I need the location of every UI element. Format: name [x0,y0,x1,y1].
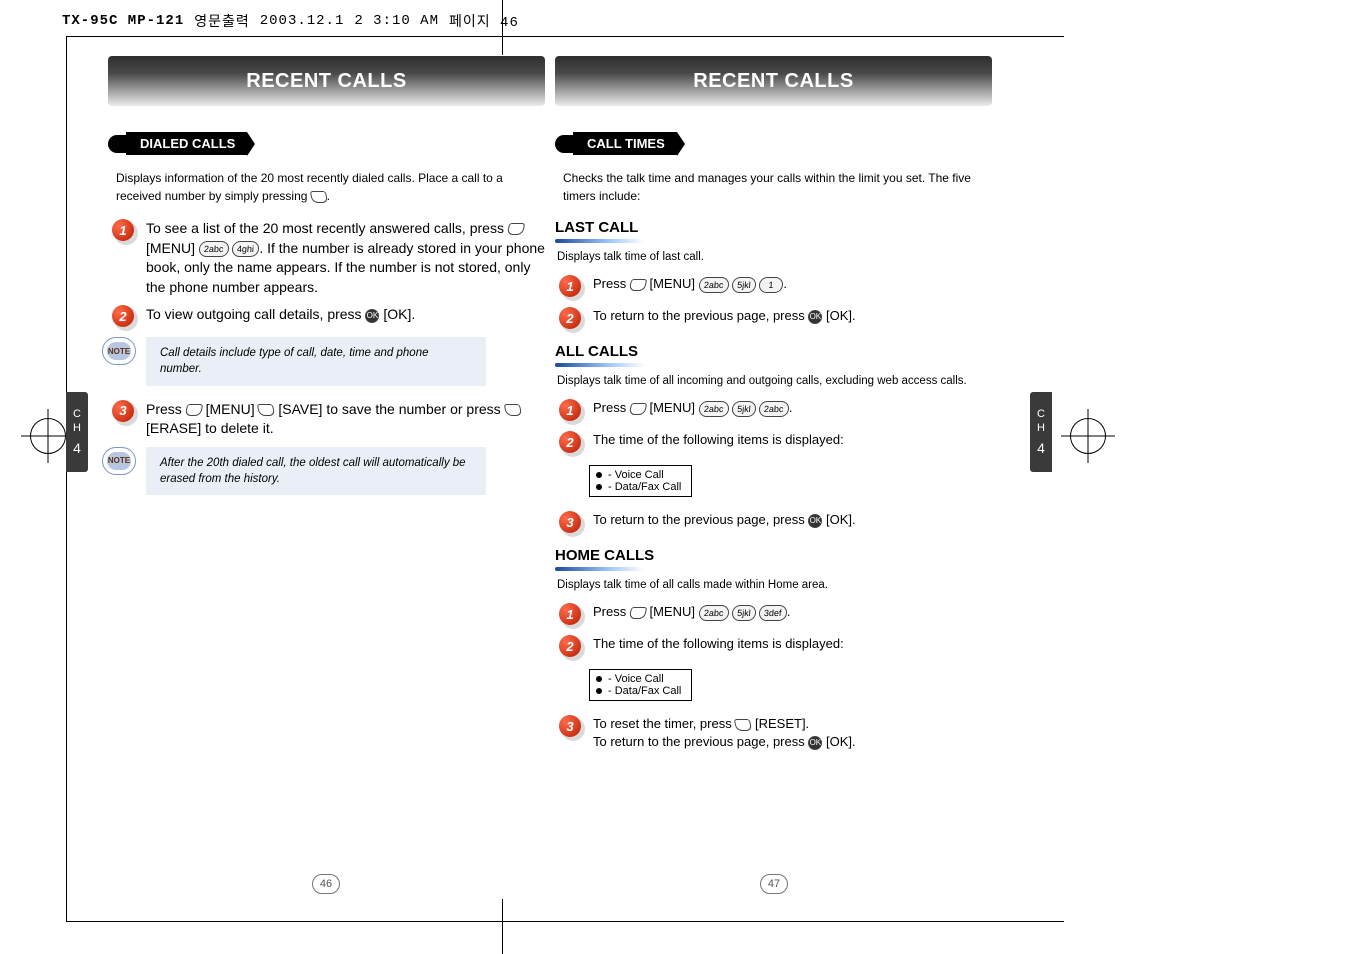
last-step-2: 2 To return to the previous page, press … [559,307,992,331]
reg-mark [502,899,503,954]
step-3: 3 Press [MENU] [SAVE] to save the number… [112,400,545,439]
crop-page: 페이지 46 [449,11,519,31]
page-title: RECENT CALLS [693,70,853,93]
section-intro: Displays information of the 20 most rece… [116,169,545,205]
key-3-icon: 3def [759,605,788,621]
ok-key-icon: OK [808,736,822,750]
note-icon: NOTE [102,447,136,475]
page-title: RECENT CALLS [246,70,406,93]
all-step-1: 1 Press [MENU] 2abc 5jkl 2abc. [559,399,992,423]
chapter-tab-right: CH4 [1030,392,1052,472]
crop-line [66,921,1064,922]
page-47: RECENT CALLS CALL TIMES Checks the talk … [555,56,992,760]
key-2-icon: 2abc [698,605,729,621]
page-number-right: 47 [760,874,788,894]
step-2: 2 To view outgoing call details, press O… [112,305,545,329]
subhead-underline [555,567,645,571]
note-1: NOTE Call details include type of call, … [102,337,545,385]
page-title-bar: RECENT CALLS [108,56,545,106]
key-2-icon: 2abc [759,401,790,417]
crop-time: 2 3:10 AM [354,13,439,29]
softkey-right-icon [257,404,276,416]
section-intro: Checks the talk time and manages your ca… [563,169,992,205]
note-icon: NOTE [102,337,136,365]
softkey-icon [507,223,526,235]
subhead-last-call: LAST CALL [555,219,992,236]
reg-target-icon [30,418,66,454]
subhead-underline [555,363,645,367]
softkey-icon [629,279,648,291]
note-2: NOTE After the 20th dialed call, the old… [102,447,545,495]
home-step-3: 3 To reset the timer, press [RESET]. To … [559,715,992,751]
key-5-icon: 5jkl [731,277,756,293]
key-5-icon: 5jkl [731,605,756,621]
crop-line [66,36,67,922]
key-2-icon: 2abc [198,241,229,257]
ok-key-icon: OK [808,514,822,528]
softkey-right-icon [734,719,753,731]
subhead-home-calls: HOME CALLS [555,547,992,564]
chapter-tab-left: CH4 [66,392,88,472]
subdesc: Displays talk time of last call. [557,249,992,265]
subhead-all-calls: ALL CALLS [555,343,992,360]
key-2-icon: 2abc [698,401,729,417]
all-step-3: 3 To return to the previous page, press … [559,511,992,535]
page-46: RECENT CALLS DIALED CALLS Displays infor… [108,56,545,509]
subhead-underline [555,239,645,243]
send-key-icon [309,191,328,203]
crop-file: TX-95C MP-121 [62,13,184,29]
all-step-2: 2 The time of the following items is dis… [559,431,992,455]
last-step-1: 1 Press [MENU] 2abc 5jkl 1. [559,275,992,299]
subdesc: Displays talk time of all calls made wit… [557,577,992,593]
crop-line [66,36,1064,37]
key-1-icon: 1 [759,277,784,293]
home-step-1: 1 Press [MENU] 2abc 5jkl 3def. [559,603,992,627]
softkey-icon [629,403,648,415]
reg-mark [502,0,503,55]
items-box: - Voice Call - Data/Fax Call [589,669,692,701]
softkey-right-icon [503,404,522,416]
page-number-left: 46 [312,874,340,894]
subdesc: Displays talk time of all incoming and o… [557,373,992,389]
softkey-icon [184,404,203,416]
crop-ko: 영문출력 [194,11,250,31]
section-heading-calltimes: CALL TIMES [555,132,677,155]
page-title-bar: RECENT CALLS [555,56,992,106]
section-heading-dialed: DIALED CALLS [108,132,247,155]
key-5-icon: 5jkl [731,401,756,417]
home-step-2: 2 The time of the following items is dis… [559,635,992,659]
ok-key-icon: OK [365,309,379,323]
ok-key-icon: OK [808,310,822,324]
softkey-icon [629,607,648,619]
key-2-icon: 2abc [698,277,729,293]
items-box: - Voice Call - Data/Fax Call [589,465,692,497]
crop-date: 2003.12.1 [260,13,345,29]
crop-header: TX-95C MP-121 영문출력 2003.12.1 2 3:10 AM 페… [62,10,519,32]
reg-target-icon [1070,418,1106,454]
key-4-icon: 4ghi [232,241,260,257]
step-1: 1 To see a list of the 20 most recently … [112,219,545,297]
